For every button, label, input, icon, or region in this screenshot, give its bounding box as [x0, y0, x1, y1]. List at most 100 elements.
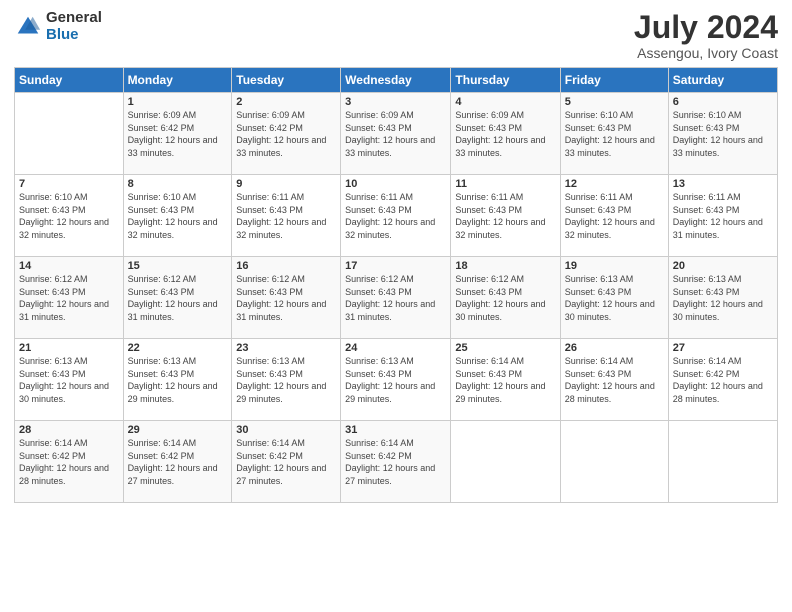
calendar-cell: 16Sunrise: 6:12 AMSunset: 6:43 PMDayligh…	[232, 257, 341, 339]
day-number: 17	[345, 260, 446, 272]
day-number: 15	[128, 260, 228, 272]
month-title: July 2024	[634, 10, 778, 45]
logo-icon	[14, 13, 42, 41]
day-info: Sunrise: 6:11 AMSunset: 6:43 PMDaylight:…	[236, 191, 336, 241]
day-number: 14	[19, 260, 119, 272]
calendar-cell: 25Sunrise: 6:14 AMSunset: 6:43 PMDayligh…	[451, 339, 560, 421]
day-number: 10	[345, 178, 446, 190]
calendar-cell: 18Sunrise: 6:12 AMSunset: 6:43 PMDayligh…	[451, 257, 560, 339]
calendar-cell: 22Sunrise: 6:13 AMSunset: 6:43 PMDayligh…	[123, 339, 232, 421]
day-number: 9	[236, 178, 336, 190]
day-number: 28	[19, 424, 119, 436]
day-info: Sunrise: 6:13 AMSunset: 6:43 PMDaylight:…	[345, 355, 446, 405]
day-info: Sunrise: 6:09 AMSunset: 6:42 PMDaylight:…	[236, 109, 336, 159]
day-info: Sunrise: 6:14 AMSunset: 6:43 PMDaylight:…	[565, 355, 664, 405]
location-title: Assengou, Ivory Coast	[634, 45, 778, 61]
day-number: 7	[19, 178, 119, 190]
calendar-page: General Blue July 2024 Assengou, Ivory C…	[0, 0, 792, 612]
day-number: 19	[565, 260, 664, 272]
calendar-cell: 26Sunrise: 6:14 AMSunset: 6:43 PMDayligh…	[560, 339, 668, 421]
day-number: 13	[673, 178, 773, 190]
calendar-row-4: 21Sunrise: 6:13 AMSunset: 6:43 PMDayligh…	[15, 339, 778, 421]
calendar-cell: 19Sunrise: 6:13 AMSunset: 6:43 PMDayligh…	[560, 257, 668, 339]
day-info: Sunrise: 6:10 AMSunset: 6:43 PMDaylight:…	[673, 109, 773, 159]
day-number: 26	[565, 342, 664, 354]
calendar-cell: 6Sunrise: 6:10 AMSunset: 6:43 PMDaylight…	[668, 93, 777, 175]
day-number: 12	[565, 178, 664, 190]
calendar-cell: 13Sunrise: 6:11 AMSunset: 6:43 PMDayligh…	[668, 175, 777, 257]
calendar-cell: 28Sunrise: 6:14 AMSunset: 6:42 PMDayligh…	[15, 421, 124, 503]
day-number: 31	[345, 424, 446, 436]
day-info: Sunrise: 6:12 AMSunset: 6:43 PMDaylight:…	[19, 273, 119, 323]
col-monday: Monday	[123, 68, 232, 93]
calendar-cell: 2Sunrise: 6:09 AMSunset: 6:42 PMDaylight…	[232, 93, 341, 175]
calendar-cell: 30Sunrise: 6:14 AMSunset: 6:42 PMDayligh…	[232, 421, 341, 503]
day-number: 5	[565, 96, 664, 108]
day-number: 11	[455, 178, 555, 190]
day-info: Sunrise: 6:13 AMSunset: 6:43 PMDaylight:…	[128, 355, 228, 405]
col-thursday: Thursday	[451, 68, 560, 93]
col-friday: Friday	[560, 68, 668, 93]
calendar-cell: 14Sunrise: 6:12 AMSunset: 6:43 PMDayligh…	[15, 257, 124, 339]
day-info: Sunrise: 6:13 AMSunset: 6:43 PMDaylight:…	[236, 355, 336, 405]
day-number: 23	[236, 342, 336, 354]
day-number: 6	[673, 96, 773, 108]
day-info: Sunrise: 6:14 AMSunset: 6:42 PMDaylight:…	[19, 437, 119, 487]
col-tuesday: Tuesday	[232, 68, 341, 93]
calendar-cell: 20Sunrise: 6:13 AMSunset: 6:43 PMDayligh…	[668, 257, 777, 339]
day-number: 22	[128, 342, 228, 354]
day-number: 3	[345, 96, 446, 108]
calendar-cell: 4Sunrise: 6:09 AMSunset: 6:43 PMDaylight…	[451, 93, 560, 175]
logo: General Blue	[14, 10, 102, 43]
day-info: Sunrise: 6:09 AMSunset: 6:42 PMDaylight:…	[128, 109, 228, 159]
day-info: Sunrise: 6:14 AMSunset: 6:43 PMDaylight:…	[455, 355, 555, 405]
day-info: Sunrise: 6:09 AMSunset: 6:43 PMDaylight:…	[455, 109, 555, 159]
calendar-cell: 10Sunrise: 6:11 AMSunset: 6:43 PMDayligh…	[341, 175, 451, 257]
calendar-row-3: 14Sunrise: 6:12 AMSunset: 6:43 PMDayligh…	[15, 257, 778, 339]
calendar-cell: 7Sunrise: 6:10 AMSunset: 6:43 PMDaylight…	[15, 175, 124, 257]
day-info: Sunrise: 6:11 AMSunset: 6:43 PMDaylight:…	[565, 191, 664, 241]
day-info: Sunrise: 6:13 AMSunset: 6:43 PMDaylight:…	[673, 273, 773, 323]
day-info: Sunrise: 6:11 AMSunset: 6:43 PMDaylight:…	[673, 191, 773, 241]
day-info: Sunrise: 6:10 AMSunset: 6:43 PMDaylight:…	[19, 191, 119, 241]
header-row: Sunday Monday Tuesday Wednesday Thursday…	[15, 68, 778, 93]
day-info: Sunrise: 6:14 AMSunset: 6:42 PMDaylight:…	[236, 437, 336, 487]
calendar-cell: 27Sunrise: 6:14 AMSunset: 6:42 PMDayligh…	[668, 339, 777, 421]
col-sunday: Sunday	[15, 68, 124, 93]
calendar-cell: 11Sunrise: 6:11 AMSunset: 6:43 PMDayligh…	[451, 175, 560, 257]
calendar-row-1: 1Sunrise: 6:09 AMSunset: 6:42 PMDaylight…	[15, 93, 778, 175]
day-number: 20	[673, 260, 773, 272]
day-info: Sunrise: 6:14 AMSunset: 6:42 PMDaylight:…	[128, 437, 228, 487]
calendar-table: Sunday Monday Tuesday Wednesday Thursday…	[14, 67, 778, 503]
day-number: 8	[128, 178, 228, 190]
day-info: Sunrise: 6:13 AMSunset: 6:43 PMDaylight:…	[565, 273, 664, 323]
calendar-cell: 23Sunrise: 6:13 AMSunset: 6:43 PMDayligh…	[232, 339, 341, 421]
day-number: 25	[455, 342, 555, 354]
calendar-cell: 21Sunrise: 6:13 AMSunset: 6:43 PMDayligh…	[15, 339, 124, 421]
calendar-cell: 17Sunrise: 6:12 AMSunset: 6:43 PMDayligh…	[341, 257, 451, 339]
logo-blue: Blue	[46, 27, 102, 44]
logo-text: General Blue	[46, 10, 102, 43]
day-number: 21	[19, 342, 119, 354]
day-number: 30	[236, 424, 336, 436]
day-info: Sunrise: 6:13 AMSunset: 6:43 PMDaylight:…	[19, 355, 119, 405]
calendar-cell: 15Sunrise: 6:12 AMSunset: 6:43 PMDayligh…	[123, 257, 232, 339]
day-number: 18	[455, 260, 555, 272]
day-info: Sunrise: 6:12 AMSunset: 6:43 PMDaylight:…	[345, 273, 446, 323]
day-info: Sunrise: 6:14 AMSunset: 6:42 PMDaylight:…	[345, 437, 446, 487]
day-info: Sunrise: 6:12 AMSunset: 6:43 PMDaylight:…	[455, 273, 555, 323]
calendar-cell: 29Sunrise: 6:14 AMSunset: 6:42 PMDayligh…	[123, 421, 232, 503]
day-info: Sunrise: 6:10 AMSunset: 6:43 PMDaylight:…	[565, 109, 664, 159]
header: General Blue July 2024 Assengou, Ivory C…	[14, 10, 778, 61]
logo-general: General	[46, 10, 102, 27]
day-number: 2	[236, 96, 336, 108]
day-number: 27	[673, 342, 773, 354]
day-number: 29	[128, 424, 228, 436]
calendar-cell	[15, 93, 124, 175]
calendar-cell: 9Sunrise: 6:11 AMSunset: 6:43 PMDaylight…	[232, 175, 341, 257]
calendar-cell	[451, 421, 560, 503]
day-number: 1	[128, 96, 228, 108]
calendar-cell	[560, 421, 668, 503]
calendar-cell: 5Sunrise: 6:10 AMSunset: 6:43 PMDaylight…	[560, 93, 668, 175]
calendar-cell: 8Sunrise: 6:10 AMSunset: 6:43 PMDaylight…	[123, 175, 232, 257]
